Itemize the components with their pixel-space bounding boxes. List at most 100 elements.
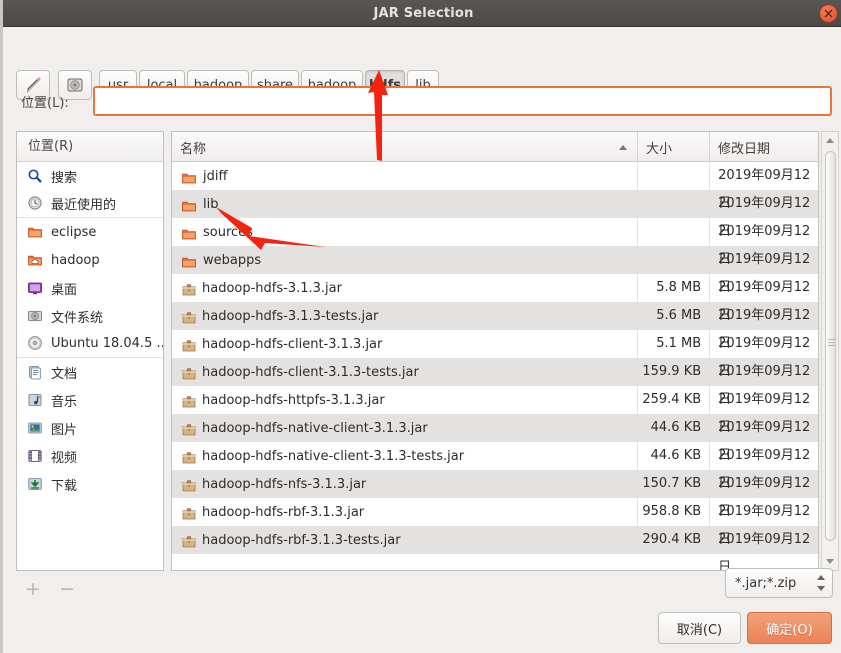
jar-icon bbox=[182, 451, 196, 463]
table-row[interactable]: jdiff 2019年09月12日 bbox=[172, 162, 818, 211]
place-item-10[interactable]: 视频 bbox=[17, 442, 163, 470]
close-icon[interactable] bbox=[819, 4, 838, 23]
folder-icon bbox=[181, 198, 196, 211]
hard-drive-icon bbox=[27, 308, 44, 325]
music-icon bbox=[28, 393, 42, 406]
places-sidebar: 位置(R) 搜索 最近使用的 eclipse hadoop 桌面 文件系统 Ubuntu 1… bbox=[16, 131, 164, 571]
sort-ascending-icon bbox=[619, 144, 627, 150]
place-item-11[interactable]: 下载 bbox=[17, 470, 163, 498]
table-row[interactable]: webapps 2019年09月12日 bbox=[172, 246, 818, 295]
scrollbar-thumb[interactable] bbox=[825, 151, 836, 541]
place-item-label: 最近使用的 bbox=[51, 198, 117, 213]
file-name-cell: hadoop-hdfs-3.1.3.jar bbox=[172, 281, 637, 296]
file-name-label: hadoop-hdfs-client-3.1.3-tests.jar bbox=[202, 364, 419, 380]
cancel-button[interactable]: 取消(C) bbox=[658, 612, 741, 644]
jar-icon bbox=[181, 534, 196, 547]
window-title: JAR Selection bbox=[373, 6, 474, 21]
table-row[interactable]: hadoop-hdfs-native-client-3.1.3-tests.ja… bbox=[172, 442, 818, 491]
folder-icon bbox=[182, 201, 196, 211]
file-name-label: hadoop-hdfs-rbf-3.1.3-tests.jar bbox=[202, 532, 401, 548]
file-date-cell: 2019年09月12日 bbox=[709, 302, 818, 351]
column-header-name[interactable]: 名称 bbox=[172, 132, 638, 162]
jar-icon bbox=[182, 535, 196, 547]
jar-icon bbox=[182, 507, 196, 519]
videos-icon bbox=[27, 448, 44, 465]
folder-icon bbox=[181, 254, 196, 267]
place-item-0[interactable]: 搜索 bbox=[17, 162, 163, 190]
column-header-size-label: 大小 bbox=[646, 141, 673, 157]
places-list: 搜索最近使用的 eclipse hadoop 桌面文件系统 Ubuntu 18.04.5… bbox=[17, 162, 163, 498]
location-input[interactable] bbox=[93, 86, 832, 116]
table-row[interactable]: hadoop-hdfs-rbf-3.1.3.jar 958.8 KB 2019年09… bbox=[172, 498, 818, 547]
file-date-cell: 2019年09月12日 bbox=[709, 190, 818, 239]
scroll-up-arrow-icon[interactable] bbox=[822, 133, 838, 149]
folder-icon bbox=[182, 229, 196, 239]
file-list-scrollbar[interactable] bbox=[821, 131, 839, 571]
file-name-label: hadoop-hdfs-httpfs-3.1.3.jar bbox=[202, 392, 385, 408]
file-size-cell: 259.4 KB bbox=[637, 386, 709, 414]
table-row[interactable]: hadoop-hdfs-3.1.3.jar 5.8 MB 2019年09月12日 bbox=[172, 274, 818, 323]
scrollbar-grip-icon bbox=[828, 339, 835, 346]
table-row[interactable]: hadoop-hdfs-nfs-3.1.3.jar 150.7 KB 2019年09… bbox=[172, 470, 818, 519]
home-folder-icon bbox=[27, 252, 44, 269]
file-name-cell: hadoop-hdfs-client-3.1.3-tests.jar bbox=[172, 365, 637, 380]
file-date-cell: 2019年09月12日 bbox=[709, 386, 818, 435]
file-date-cell: 2019年09月12日 bbox=[709, 526, 818, 570]
file-size-cell: 159.9 KB bbox=[637, 358, 709, 386]
recent-clock-icon bbox=[28, 196, 42, 210]
place-item-4[interactable]: 桌面 bbox=[17, 274, 163, 302]
videos-icon bbox=[28, 449, 42, 462]
file-date-cell: 2019年09月12日 bbox=[709, 470, 818, 519]
column-header-date-label: 修改日期 bbox=[718, 141, 771, 157]
place-item-1[interactable]: 最近使用的 bbox=[17, 190, 163, 218]
jar-icon bbox=[181, 366, 196, 379]
add-bookmark-button[interactable]: + bbox=[25, 578, 41, 600]
remove-bookmark-button[interactable]: − bbox=[59, 578, 75, 600]
table-row[interactable]: lib 2019年09月12日 bbox=[172, 190, 818, 239]
place-item-3[interactable]: hadoop bbox=[17, 246, 163, 274]
file-name-cell: hadoop-hdfs-rbf-3.1.3-tests.jar bbox=[172, 533, 637, 548]
jar-icon bbox=[182, 479, 196, 491]
table-row[interactable]: sources 2019年09月12日 bbox=[172, 218, 818, 267]
file-name-label: hadoop-hdfs-rbf-3.1.3.jar bbox=[202, 504, 365, 520]
file-date-cell: 2019年09月12日 bbox=[709, 330, 818, 379]
music-icon bbox=[27, 392, 44, 409]
place-item-label: 桌面 bbox=[51, 282, 78, 298]
file-size-cell: 44.6 KB bbox=[637, 414, 709, 442]
table-row[interactable]: hadoop-hdfs-client-3.1.3.jar 5.1 MB 2019年0… bbox=[172, 330, 818, 379]
search-icon bbox=[27, 168, 44, 185]
jar-icon bbox=[182, 367, 196, 379]
column-header-size[interactable]: 大小 bbox=[638, 132, 710, 162]
jar-icon bbox=[181, 506, 196, 519]
file-date-cell: 2019年09月12日 bbox=[709, 274, 818, 323]
column-header-date[interactable]: 修改日期 bbox=[710, 132, 818, 162]
place-item-label: eclipse bbox=[51, 224, 97, 240]
place-item-label: 文件系统 bbox=[51, 310, 104, 326]
chevron-updown-icon bbox=[812, 572, 832, 594]
file-name-cell: hadoop-hdfs-native-client-3.1.3.jar bbox=[172, 421, 637, 436]
disc-icon bbox=[28, 336, 42, 350]
file-name-label: jdiff bbox=[203, 168, 228, 184]
ok-button[interactable]: 确定(O) bbox=[747, 612, 832, 644]
table-row[interactable]: hadoop-hdfs-client-3.1.3-tests.jar 159.9 … bbox=[172, 358, 818, 407]
place-item-label: 文档 bbox=[51, 366, 78, 382]
jar-icon bbox=[181, 478, 196, 491]
table-row[interactable]: hadoop-hdfs-rbf-3.1.3-tests.jar 290.4 KB 2… bbox=[172, 526, 818, 570]
place-item-6[interactable]: Ubuntu 18.04.5 ... bbox=[17, 330, 163, 358]
place-item-2[interactable]: eclipse bbox=[17, 218, 163, 246]
place-item-8[interactable]: 音乐 bbox=[17, 386, 163, 414]
place-item-7[interactable]: 文档 bbox=[17, 358, 163, 386]
file-date-cell: 2019年09月12日 bbox=[709, 218, 818, 267]
place-item-9[interactable]: 图片 bbox=[17, 414, 163, 442]
table-row[interactable]: hadoop-hdfs-native-client-3.1.3.jar 44.6 … bbox=[172, 414, 818, 463]
column-header-name-label: 名称 bbox=[180, 141, 207, 157]
folder-icon bbox=[181, 170, 196, 183]
file-filter-select[interactable]: *.jar;*.zip bbox=[725, 568, 833, 598]
scroll-up-glyph bbox=[826, 138, 834, 143]
file-date-cell: 2019年09月12日 bbox=[709, 414, 818, 463]
place-item-5[interactable]: 文件系统 bbox=[17, 302, 163, 330]
scroll-down-arrow-icon[interactable] bbox=[822, 553, 838, 569]
file-name-cell: jdiff bbox=[172, 169, 637, 184]
table-row[interactable]: hadoop-hdfs-3.1.3-tests.jar 5.6 MB 2019年09… bbox=[172, 302, 818, 351]
table-row[interactable]: hadoop-hdfs-httpfs-3.1.3.jar 259.4 KB 2019… bbox=[172, 386, 818, 435]
